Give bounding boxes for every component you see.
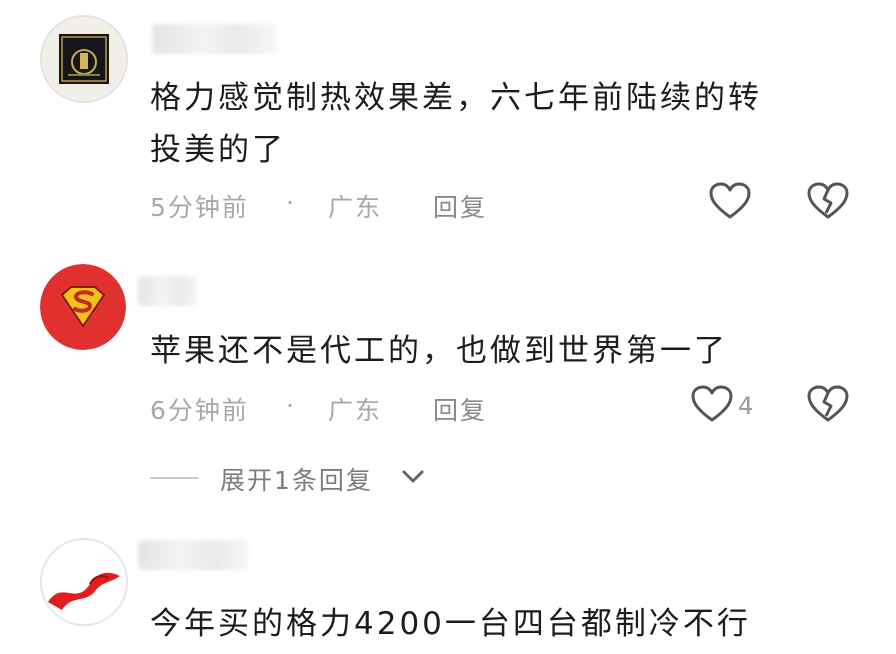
comment-3-text-line1: 今年买的格力4200一台四台都制冷不行	[150, 606, 751, 642]
comment-3-username[interactable]	[138, 540, 248, 570]
comment-2-text-line1: 苹果还不是代工的，也做到世界第一了	[150, 333, 728, 369]
comment-3-avatar[interactable]	[40, 538, 128, 626]
comment-2-time: 6分钟前	[150, 396, 249, 425]
comment-2-reply-button[interactable]: 回复	[433, 391, 487, 427]
comment-1-avatar[interactable]	[40, 15, 128, 103]
comment-2-location: 广东	[328, 396, 383, 425]
comment-1-reply-button[interactable]: 回复	[433, 188, 487, 224]
comment-2-like-count: 4	[738, 392, 754, 420]
comment-1-location: 广东	[328, 193, 383, 222]
comment-1-text-line1: 格力感觉制热效果差，六七年前陆续的转	[150, 80, 762, 116]
broken-heart-icon[interactable]	[806, 384, 850, 424]
comment-1-text-line2: 投美的了	[150, 132, 286, 168]
comment-1-separator: ·	[286, 188, 296, 217]
comment-2-username[interactable]	[138, 276, 198, 306]
comment-2-separator: ·	[286, 391, 296, 420]
chevron-down-icon[interactable]	[400, 466, 426, 486]
heart-outline-icon[interactable]	[690, 384, 734, 424]
comment-2-avatar[interactable]	[40, 264, 126, 350]
expand-divider	[150, 477, 198, 479]
comment-1-username[interactable]	[152, 24, 277, 54]
heart-outline-icon[interactable]	[708, 181, 752, 221]
broken-heart-icon[interactable]	[806, 181, 850, 221]
comment-1-time: 5分钟前	[150, 193, 249, 222]
expand-replies-button[interactable]: 展开1条回复	[220, 461, 373, 497]
